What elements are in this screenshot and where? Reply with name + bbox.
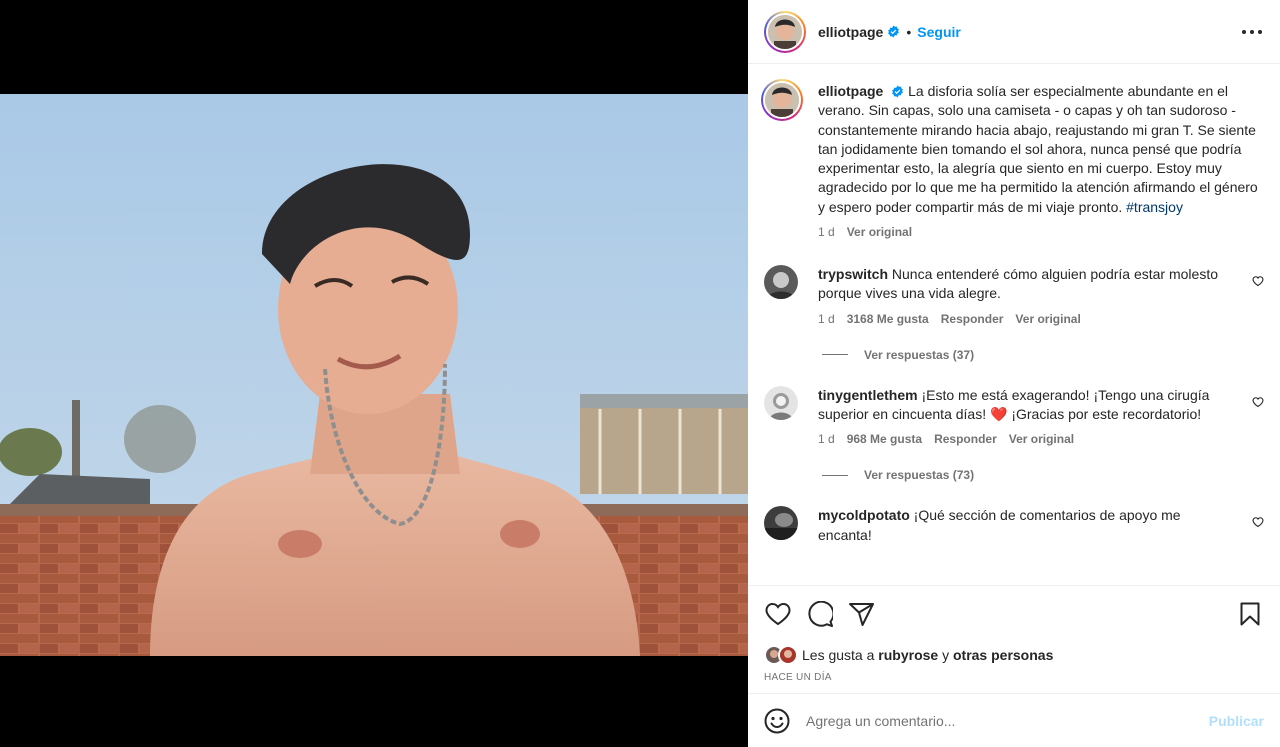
likes-others-link[interactable]: otras personas <box>953 647 1053 663</box>
like-icon <box>765 602 791 626</box>
save-icon <box>1240 602 1260 626</box>
comment-reply-button[interactable]: Responder <box>934 432 997 446</box>
view-replies-button[interactable]: Ver respuestas (73) <box>822 468 1280 482</box>
comment-button[interactable] <box>806 600 834 628</box>
post-media <box>0 0 748 747</box>
post-actions: Les gusta a rubyrose y otras personas HA… <box>748 585 1280 683</box>
comment-see-original[interactable]: Ver original <box>1015 312 1080 326</box>
likes-user-link[interactable]: rubyrose <box>878 647 938 663</box>
comment-row: tinygentlethem ¡Esto me está exagerando!… <box>748 385 1280 447</box>
add-comment-bar: Publicar <box>748 693 1280 747</box>
comment-icon <box>808 601 833 627</box>
replies-divider <box>822 354 848 356</box>
comment-avatar-image <box>764 506 798 541</box>
comment-username[interactable]: mycoldpotato <box>818 507 910 523</box>
caption-hashtag[interactable]: #transjoy <box>1126 199 1183 215</box>
liker-avatar[interactable] <box>778 645 798 665</box>
verified-icon <box>888 25 900 38</box>
comment-username[interactable]: trypswitch <box>818 266 888 282</box>
caption-text: La disforia solía ser especialmente abun… <box>818 83 1258 215</box>
share-icon <box>849 603 874 626</box>
author-avatar[interactable] <box>764 10 806 53</box>
view-replies-label: Ver respuestas (73) <box>864 468 975 483</box>
author-avatar-image <box>768 14 802 49</box>
comment-avatar[interactable] <box>764 385 798 420</box>
heart-icon[interactable] <box>1252 275 1264 287</box>
comment-reply-button[interactable]: Responder <box>941 312 1004 326</box>
comment-avatar[interactable] <box>764 265 798 300</box>
comment-username[interactable]: tinygentlethem <box>818 387 918 403</box>
likes-prefix: Les gusta a <box>802 647 875 663</box>
post-photo[interactable] <box>0 94 748 656</box>
post-header: elliotpage • Seguir <box>748 0 1280 64</box>
liker-avatar-image <box>780 647 796 663</box>
comment-avatar-image <box>764 265 798 300</box>
caption-meta: 1 d Ver original <box>818 225 1264 239</box>
likers-avatars <box>764 644 802 666</box>
caption-author-avatar[interactable] <box>761 79 803 121</box>
caption-username[interactable]: elliotpage <box>818 83 883 99</box>
comment-likes-count[interactable]: 3168 Me gusta <box>847 312 929 326</box>
author-username[interactable]: elliotpage <box>818 24 883 40</box>
caption-text-block: elliotpage La disforia solía ser especia… <box>818 82 1264 217</box>
separator-dot: • <box>906 23 912 40</box>
save-button[interactable] <box>1236 600 1264 628</box>
comment-avatar[interactable] <box>764 506 798 541</box>
publish-button[interactable]: Publicar <box>1209 713 1264 729</box>
view-replies-label: Ver respuestas (37) <box>864 347 975 362</box>
heart-icon[interactable] <box>1252 396 1264 408</box>
likes-summary: Les gusta a rubyrose y otras personas <box>764 644 1264 666</box>
caption-see-original[interactable]: Ver original <box>847 225 912 239</box>
more-options-button[interactable] <box>1240 20 1264 44</box>
like-button[interactable] <box>764 600 792 628</box>
more-options-icon <box>1242 29 1262 34</box>
caption-row: elliotpage La disforia solía ser especia… <box>748 79 1280 239</box>
comment-see-original[interactable]: Ver original <box>1009 432 1074 446</box>
verified-icon <box>892 85 904 98</box>
heart-icon[interactable] <box>1252 516 1264 528</box>
add-comment-input[interactable] <box>806 712 1209 729</box>
caption-avatar-image <box>765 83 799 117</box>
comment-age: 1 d <box>818 432 835 447</box>
view-replies-button[interactable]: Ver respuestas (37) <box>822 348 1280 362</box>
post-timestamp[interactable]: HACE UN DÍA <box>764 672 1264 683</box>
replies-divider <box>822 474 848 476</box>
caption-age: 1 d <box>818 225 835 240</box>
comment-avatar-image <box>764 385 798 420</box>
follow-button[interactable]: Seguir <box>917 24 961 40</box>
likes-conj: y <box>942 647 950 663</box>
emoji-icon[interactable] <box>764 708 790 734</box>
comment-row: mycoldpotato ¡Qué sección de comentarios… <box>748 506 1280 545</box>
share-button[interactable] <box>848 600 876 628</box>
comment-age: 1 d <box>818 311 835 326</box>
comment-likes-count[interactable]: 968 Me gusta <box>847 432 922 446</box>
action-icons-row <box>764 600 1264 628</box>
post-photo-image <box>0 94 748 656</box>
post-side-panel: elliotpage • Seguir elliotpage La disfor… <box>748 0 1280 747</box>
comment-row: trypswitch Nunca entenderé cómo alguien … <box>748 265 1280 326</box>
comments-scroll-area[interactable]: elliotpage La disforia solía ser especia… <box>748 65 1280 585</box>
